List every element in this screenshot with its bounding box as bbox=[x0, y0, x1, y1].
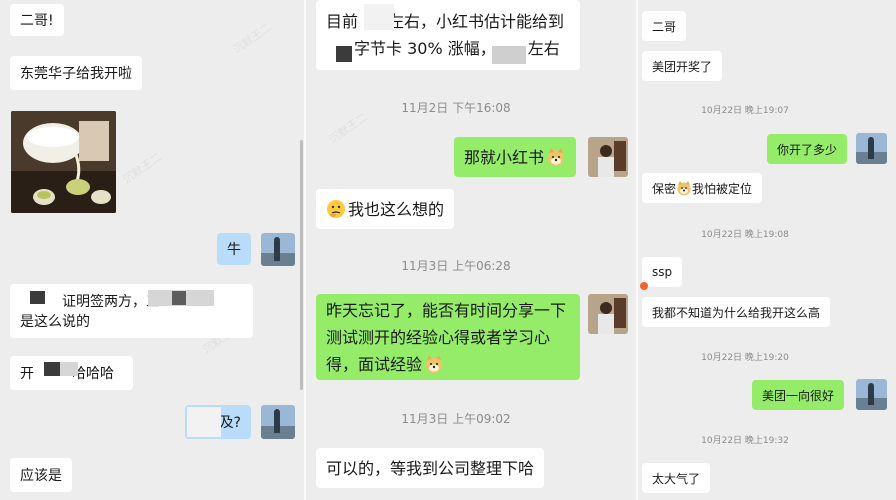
message-bubble[interactable]: 证明签两方，三 是这么说的 bbox=[10, 284, 253, 338]
message-text: 左右 bbox=[527, 39, 560, 58]
thinking-face-icon bbox=[327, 200, 345, 218]
redaction-block bbox=[44, 362, 60, 376]
message-bubble[interactable]: 美团一向很好 bbox=[752, 380, 845, 410]
message-text: 我都不知道为什么给我开这么高 bbox=[652, 305, 821, 320]
message-text: 左右，小红书估计能给到 bbox=[388, 12, 565, 31]
timestamp: 10月22日 晚上19:32 bbox=[701, 436, 789, 446]
message-text: 太大气了 bbox=[652, 471, 701, 486]
message-text: 我怕被定位 bbox=[692, 181, 753, 196]
message-text: 保密 bbox=[652, 181, 677, 196]
message-bubble[interactable]: 东莞华子给我开啦 bbox=[10, 56, 142, 90]
avatar[interactable] bbox=[856, 133, 887, 164]
message-text: 那就小红书 bbox=[464, 147, 545, 167]
avatar-image bbox=[588, 294, 628, 334]
message-text: 你开了多少 bbox=[777, 142, 838, 157]
message-bubble[interactable]: 昨天忘记了，能否有时间分享一下 测试测开的经验心得或者学习心 得，面试经验 bbox=[316, 294, 580, 380]
timestamp: 10月22日 晚上19:20 bbox=[701, 353, 789, 363]
watermark: 沉默王二 bbox=[120, 150, 165, 187]
thinking-emoji bbox=[326, 199, 346, 219]
photo-illustration bbox=[11, 111, 116, 213]
avatar-image bbox=[856, 379, 887, 410]
redaction-block bbox=[172, 291, 186, 305]
message-text: 我也这么想的 bbox=[348, 199, 445, 219]
message-line: 得，面试经验 bbox=[326, 351, 444, 378]
doge-icon bbox=[548, 148, 565, 166]
message-bubble[interactable]: 你开了多少 bbox=[767, 134, 848, 164]
message-text: 开 bbox=[20, 366, 34, 382]
avatar-image bbox=[588, 137, 628, 177]
message-bubble[interactable]: 我都不知道为什么给我开这么高 bbox=[642, 297, 831, 327]
message-text: 是这么说的 bbox=[20, 314, 90, 330]
message-text: 二哥! bbox=[20, 13, 54, 29]
redaction-block bbox=[364, 4, 394, 30]
tea-pouring-photo[interactable] bbox=[11, 111, 116, 213]
avatar-image bbox=[856, 133, 887, 164]
message-text: ssp bbox=[652, 265, 673, 279]
message-text: 美团开奖了 bbox=[652, 59, 713, 74]
message-text: 昨天忘记了，能否有时间分享一下 bbox=[326, 300, 567, 320]
message-text: 目前 bbox=[326, 12, 359, 31]
message-bubble[interactable]: 牛 bbox=[217, 233, 251, 265]
middle-chat-panel: 沉默王二 沉默王二 目前左右，小红书估计能给到 字节卡 30% 涨幅，左右 11… bbox=[306, 0, 636, 500]
message-bubble[interactable]: 美团开奖了 bbox=[642, 51, 723, 81]
right-chat-panel: 二哥 美团开奖了 10月22日 晚上19:07 你开了多少 保密 我怕被定位 1… bbox=[638, 0, 896, 500]
avatar[interactable] bbox=[588, 294, 628, 334]
message-bubble[interactable]: 可以的，等我到公司整理下哈 bbox=[316, 448, 545, 488]
redaction-block bbox=[492, 46, 526, 64]
message-bubble[interactable]: 那就小红书 bbox=[454, 137, 577, 177]
timestamp: 11月2日 下午16:08 bbox=[401, 101, 511, 115]
left-chat-panel: 沉默王二 沉默王二 沉默王二 二哥! 东莞华子给我开啦 牛 证明签两方，三 是这… bbox=[0, 0, 304, 500]
timestamp: 11月3日 上午06:28 bbox=[401, 259, 511, 273]
redaction-block bbox=[336, 46, 352, 62]
doge-emoji bbox=[676, 180, 692, 196]
redaction-block bbox=[187, 407, 221, 437]
message-bubble[interactable]: 应该是 bbox=[10, 458, 72, 492]
message-bubble[interactable]: 二哥 bbox=[642, 11, 687, 41]
watermark: 沉默王二 bbox=[230, 20, 275, 57]
message-text: 测试测开的经验心得或者学习心 bbox=[326, 327, 551, 347]
doge-emoji bbox=[424, 354, 444, 374]
message-text: 及? bbox=[219, 415, 241, 431]
timestamp: 11月3日 上午09:02 bbox=[401, 412, 511, 426]
message-text: 得，面试经验 bbox=[326, 354, 423, 374]
message-bubble[interactable]: 目前 左右，小红书估计能给到 字节卡 30% 涨幅， 左右 bbox=[316, 0, 580, 70]
message-text: 字节卡 30% 涨幅， bbox=[354, 39, 496, 58]
message-bubble[interactable]: 二哥! bbox=[10, 4, 64, 36]
message-text: 牛 bbox=[227, 242, 241, 258]
message-text: 应该是 bbox=[20, 468, 62, 484]
message-bubble[interactable]: 保密 我怕被定位 bbox=[642, 173, 763, 203]
message-text: 美团一向很好 bbox=[762, 388, 835, 403]
message-bubble[interactable]: 太大气了 bbox=[642, 463, 711, 493]
avatar[interactable] bbox=[588, 137, 628, 177]
message-text: 可以的，等我到公司整理下哈 bbox=[326, 458, 535, 478]
avatar[interactable] bbox=[261, 405, 295, 439]
redaction-block bbox=[60, 362, 78, 376]
avatar[interactable] bbox=[261, 233, 295, 266]
redaction-block bbox=[30, 291, 45, 304]
doge-icon bbox=[426, 355, 443, 373]
unread-dot bbox=[640, 282, 648, 290]
avatar-image bbox=[261, 233, 295, 266]
message-line: 目前 左右，小红书估计能给到 bbox=[326, 8, 564, 35]
avatar-image bbox=[261, 405, 295, 439]
message-bubble[interactable]: ssp bbox=[642, 257, 683, 287]
scrollbar[interactable] bbox=[300, 140, 303, 390]
message-text: 哈哈哈 bbox=[72, 366, 114, 382]
message-text: 东莞华子给我开啦 bbox=[20, 66, 132, 82]
message-bubble[interactable]: 我也这么想的 bbox=[316, 189, 455, 229]
doge-icon bbox=[677, 181, 691, 196]
message-text: 二哥 bbox=[652, 19, 677, 34]
avatar[interactable] bbox=[856, 379, 887, 410]
timestamp: 10月22日 晚上19:08 bbox=[701, 230, 789, 240]
timestamp: 10月22日 晚上19:07 bbox=[701, 106, 789, 116]
doge-emoji bbox=[546, 147, 566, 167]
